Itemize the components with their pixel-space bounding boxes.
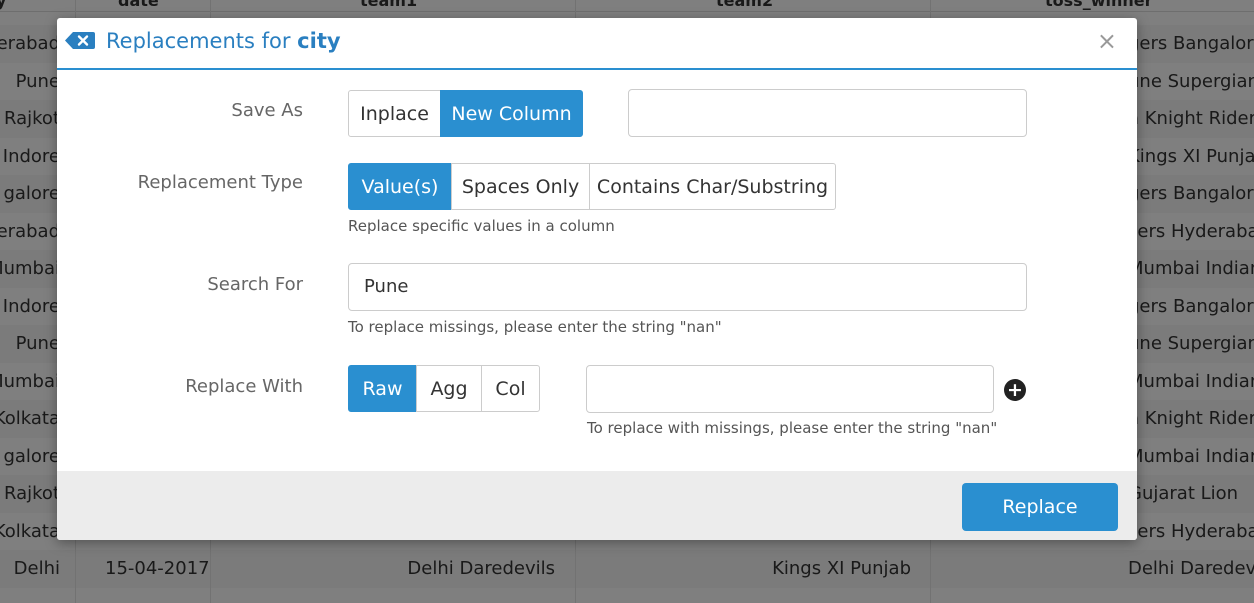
replace-with-input[interactable] <box>586 365 994 413</box>
raw-button[interactable]: Raw <box>348 365 417 412</box>
search-for-help: To replace missings, please enter the st… <box>348 318 722 336</box>
new-column-button[interactable]: New Column <box>440 90 583 137</box>
close-icon[interactable]: × <box>1097 29 1117 53</box>
save-as-label: Save As <box>231 100 303 121</box>
modal-title: Replacements for city <box>106 29 341 53</box>
replace-with-help: To replace with missings, please enter t… <box>587 419 998 437</box>
search-for-input[interactable]: Pune <box>348 263 1027 311</box>
contains-substring-button[interactable]: Contains Char/Substring <box>589 163 836 210</box>
replacement-type-toggle: Value(s) Spaces Only Contains Char/Subst… <box>348 163 836 210</box>
backspace-icon <box>65 32 95 49</box>
col-button[interactable]: Col <box>481 365 540 412</box>
agg-button[interactable]: Agg <box>416 365 482 412</box>
title-column-name: city <box>297 29 341 53</box>
replace-with-label: Replace With <box>185 376 303 397</box>
title-prefix: Replacements for <box>106 29 291 53</box>
modal-footer: Replace <box>57 471 1137 540</box>
replacement-type-label: Replacement Type <box>137 172 303 193</box>
values-button[interactable]: Value(s) <box>348 163 452 210</box>
replace-with-toggle: Raw Agg Col <box>348 365 540 412</box>
plus-circle-icon[interactable]: + <box>1004 379 1026 401</box>
new-column-name-input[interactable] <box>628 89 1027 137</box>
search-for-label: Search For <box>207 274 303 295</box>
replacement-type-help: Replace specific values in a column <box>348 217 615 235</box>
replace-button[interactable]: Replace <box>962 483 1118 531</box>
replacements-modal: Replacements for city × Save As Inplace … <box>57 18 1137 540</box>
save-as-toggle: Inplace New Column <box>348 90 583 137</box>
modal-header: Replacements for city × <box>57 18 1137 70</box>
inplace-button[interactable]: Inplace <box>348 90 441 137</box>
spaces-only-button[interactable]: Spaces Only <box>451 163 590 210</box>
